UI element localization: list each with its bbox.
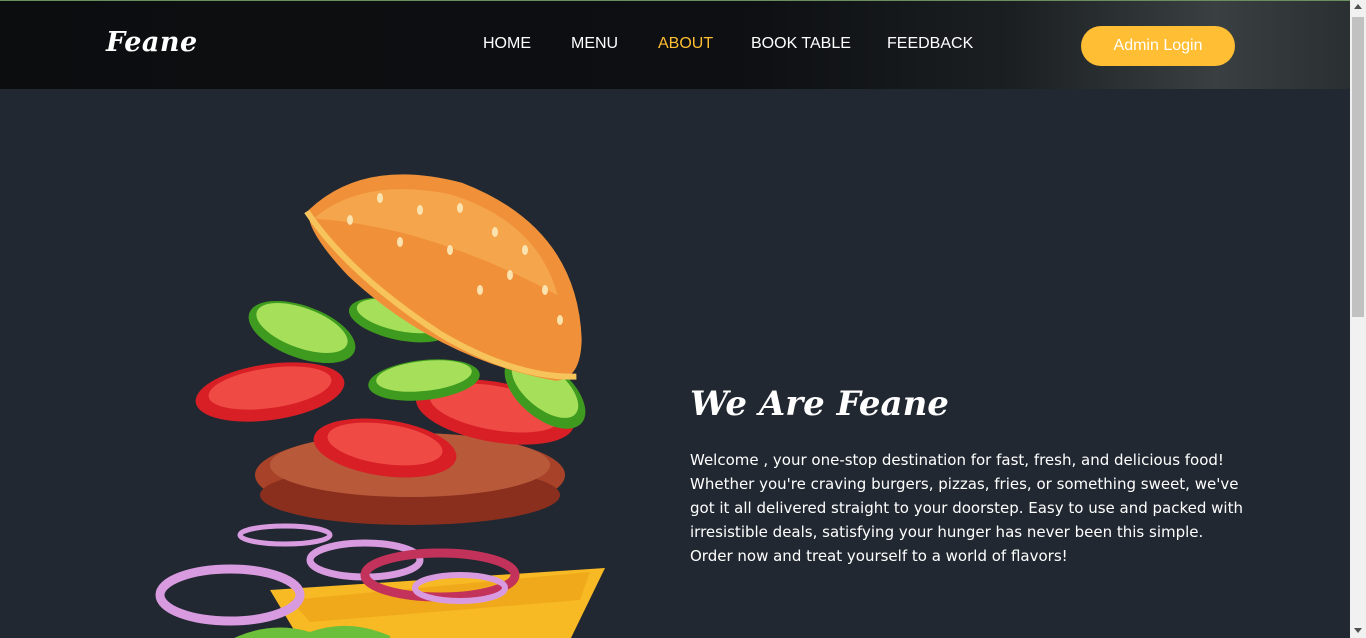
nav-about[interactable]: ABOUT <box>658 35 713 53</box>
admin-login-button[interactable]: Admin Login <box>1081 26 1235 66</box>
scroll-thumb[interactable] <box>1352 17 1364 317</box>
nav-menu[interactable]: MENU <box>571 35 618 53</box>
nav-book-table[interactable]: BOOK TABLE <box>751 35 851 53</box>
about-text: Welcome , your one-stop destination for … <box>690 451 1243 565</box>
page-scrollbar[interactable] <box>1350 0 1366 638</box>
scroll-up-arrow-icon[interactable] <box>1354 4 1362 9</box>
scroll-down-arrow-icon[interactable] <box>1354 628 1362 633</box>
site-header: Feane HOME MENU ABOUT BOOK TABLE FEEDBAC… <box>0 0 1350 89</box>
burger-illustration <box>155 174 605 638</box>
nav-home[interactable]: HOME <box>483 35 531 53</box>
onion-ring <box>237 523 333 547</box>
nav-feedback[interactable]: FEEDBACK <box>887 35 973 53</box>
about-title: We Are Feane <box>690 384 949 424</box>
page: Feane HOME MENU ABOUT BOOK TABLE FEEDBAC… <box>0 0 1350 638</box>
